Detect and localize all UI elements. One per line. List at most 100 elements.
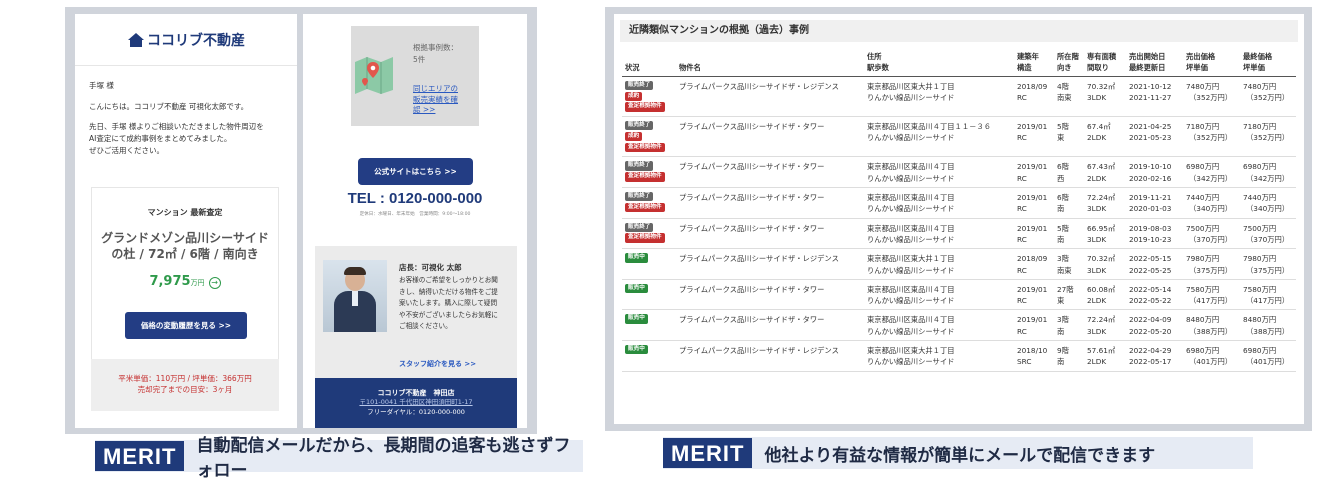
- cell-area-group: 66.95㎡ 3LDK: [1084, 218, 1126, 250]
- table-title-bar: 近隣類似マンションの根拠（過去）事例: [620, 20, 1298, 42]
- email-header: ココリブ不動産: [75, 14, 297, 66]
- cell-floor: 9階: [1057, 346, 1069, 356]
- staff-link[interactable]: スタッフ紹介を見る >>: [399, 359, 476, 369]
- table-row[interactable]: 販売終了 成約 査定根拠物件 プライムパークス品川シーサイドザ・タワー 東京都品川区東品…: [622, 116, 1296, 158]
- brand-logo-text: ココリブ不動産: [147, 32, 245, 49]
- cell-name: プライムパークス品川シーサイドザ・レジデンス: [679, 346, 839, 356]
- cell-addr: 東京都品川区東品川４丁目: [867, 223, 955, 233]
- cell-floor: 5階: [1057, 122, 1069, 132]
- caption-text: 他社より有益な情報が簡単にメールで配信できます: [764, 445, 1156, 466]
- status-badge: 販売中: [625, 314, 648, 324]
- cell-addr: 東京都品川区東大井１丁目: [867, 254, 955, 264]
- cell-area: 70.32㎡: [1087, 254, 1116, 264]
- cell-price-group: 7980万円 （375万円）: [1183, 248, 1240, 280]
- cell-tsubo: （352万円）: [1189, 133, 1233, 143]
- cell-station: りんかい線品川シーサイド: [867, 357, 955, 367]
- cell-price-group: 8480万円 （388万円）: [1183, 309, 1240, 342]
- status-cell: 販売終了 成約 査定根拠物件: [622, 76, 676, 118]
- footer-shop-name: ココリブ不動産 神田店: [377, 389, 455, 397]
- cell-dir: 東: [1057, 133, 1065, 143]
- cell-area: 57.61㎡: [1087, 346, 1116, 356]
- cases-table: 状況 物件名 住所 駅歩数 建築年 構造 所在階 向き 専有面積 間取り 売出開始日 最終…: [622, 50, 1296, 372]
- table-row[interactable]: 販売終了 査定根拠物件 プライムパークス品川シーサイドザ・タワー 東京都品川区東品川４…: [622, 156, 1296, 189]
- cell-area: 72.24㎡: [1087, 315, 1116, 325]
- cell-addr-group: 東京都品川区東品川４丁目 りんかい線品川シーサイド: [864, 187, 1014, 219]
- col-name: 物件名: [676, 50, 864, 77]
- footer-address[interactable]: 〒101-0041 千代田区神田須田町1-17: [315, 398, 517, 407]
- table-row[interactable]: 販売中 プライムパークス品川シーサイドザ・タワー 東京都品川区東品川４丁目 りんかい線…: [622, 279, 1296, 311]
- cell-floor: 6階: [1057, 162, 1069, 172]
- cell-area-group: 70.32㎡ 3LDK: [1084, 248, 1126, 280]
- table-row[interactable]: 販売中 プライムパークス品川シーサイドザ・レジデンス 東京都品川区東大井１丁目 りんか…: [622, 248, 1296, 280]
- status-badge: 販売終了: [625, 121, 654, 131]
- col-address: 住所 駅歩数: [864, 50, 1014, 77]
- cell-final: 7500万円: [1243, 223, 1277, 233]
- status-badge: 販売終了: [625, 222, 654, 232]
- cell-price: 7480万円: [1186, 81, 1220, 91]
- cell-floor-group: 6階南: [1054, 187, 1084, 219]
- cell-layout: 3LDK: [1087, 326, 1107, 336]
- cell-area-group: 67.4㎡ 2LDK: [1084, 116, 1126, 158]
- cell-tsubo: （388万円）: [1189, 326, 1233, 336]
- cell-floor-group: 9階南: [1054, 340, 1084, 372]
- tel-number[interactable]: TEL : 0120-000-000: [303, 190, 527, 207]
- cell-start-group: 2021-10-12 2021-11-27: [1126, 76, 1183, 118]
- table-row[interactable]: 販売中 プライムパークス品川シーサイドザ・タワー 東京都品川区東品川４丁目 りんかい線…: [622, 309, 1296, 342]
- cell-addr-group: 東京都品川区東大井１丁目 りんかい線品川シーサイド: [864, 76, 1014, 118]
- cell-year: 2019/01: [1017, 122, 1048, 132]
- status-cell: 販売終了 査定根拠物件: [622, 156, 676, 189]
- table-row[interactable]: 販売終了 成約 査定根拠物件 プライムパークス品川シーサイドザ・レジデンス 東京都品川区…: [622, 76, 1296, 118]
- cell-price: 6980万円: [1186, 162, 1220, 172]
- table-row[interactable]: 販売中 プライムパークス品川シーサイドザ・レジデンス 東京都品川区東大井１丁目 りんか…: [622, 340, 1296, 372]
- cell-dir: 南: [1057, 234, 1065, 244]
- cell-final_tsubo: （375万円）: [1246, 265, 1290, 275]
- cell-updated: 2020-01-03: [1129, 204, 1172, 214]
- merit-tag: MERIT: [95, 441, 185, 471]
- col-dates: 売出開始日 最終更新日: [1126, 50, 1183, 77]
- cell-layout: 2LDK: [1087, 296, 1107, 306]
- cell-tsubo: （370万円）: [1189, 234, 1233, 244]
- price-history-button[interactable]: 価格の変動履歴を見る >>: [125, 312, 247, 339]
- cell-dir: 南: [1057, 326, 1065, 336]
- cell-struct: RC: [1017, 296, 1027, 306]
- cell-year-group: 2018/09 RC: [1014, 248, 1054, 280]
- caption-text: 自動配信メールだから、長期間の追客も逃さずフォロー: [196, 436, 571, 481]
- cell-year-group: 2019/01 RC: [1014, 309, 1054, 342]
- cell-layout: 2LDK: [1087, 133, 1107, 143]
- cell-name: プライムパークス品川シーサイドザ・タワー: [679, 284, 825, 294]
- area-sales-link[interactable]: 同じエリアの 販売実績を確 認 >>: [413, 84, 458, 116]
- cell-name: プライムパークス品川シーサイドザ・タワー: [679, 193, 825, 203]
- cell-final_tsubo: （352万円）: [1246, 93, 1290, 103]
- cell-start-group: 2019-10-10 2020-02-16: [1126, 156, 1183, 189]
- cell-area: 67.4㎡: [1087, 122, 1111, 132]
- cell-year-group: 2019/01 RC: [1014, 116, 1054, 158]
- cell-name-group: プライムパークス品川シーサイドザ・タワー: [676, 116, 864, 158]
- cell-price-group: 7480万円 （352万円）: [1183, 76, 1240, 118]
- cell-addr-group: 東京都品川区東大井１丁目 りんかい線品川シーサイド: [864, 340, 1014, 372]
- merit-tag: MERIT: [663, 438, 753, 468]
- col-status: 状況: [622, 50, 676, 77]
- cell-start: 2022-05-14: [1129, 284, 1172, 294]
- cell-struct: RC: [1017, 326, 1027, 336]
- cell-addr: 東京都品川区東大井１丁目: [867, 346, 955, 356]
- cell-area-group: 60.08㎡ 2LDK: [1084, 279, 1126, 311]
- cell-name: プライムパークス品川シーサイドザ・レジデンス: [679, 81, 839, 91]
- status-badge: 販売中: [625, 345, 648, 355]
- house-logo-icon: [128, 32, 144, 47]
- manager-title: 店長：可視化 太郎: [399, 263, 462, 272]
- cell-price: 8480万円: [1186, 315, 1220, 325]
- table-row[interactable]: 販売終了 査定根拠物件 プライムパークス品川シーサイドザ・タワー 東京都品川区東品川４…: [622, 187, 1296, 219]
- official-site-button[interactable]: 公式サイトはこちら >>: [358, 158, 473, 185]
- email-panel-side: 根拠事例数： 5件 同じエリアの 販売実績を確 認 >> 公式サイトはこちら >…: [303, 14, 527, 428]
- cell-updated: 2019-10-23: [1129, 234, 1172, 244]
- col-sale: 売出価格 坪単価: [1183, 50, 1240, 77]
- cell-tsubo: （417万円）: [1189, 296, 1233, 306]
- cell-layout: 3LDK: [1087, 204, 1107, 214]
- cell-station: りんかい線品川シーサイド: [867, 133, 955, 143]
- table-row[interactable]: 販売終了 査定根拠物件 プライムパークス品川シーサイドザ・タワー 東京都品川区東品川４…: [622, 218, 1296, 250]
- cell-floor: 4階: [1057, 81, 1069, 91]
- cell-floor: 27階: [1057, 284, 1074, 294]
- cell-name: プライムパークス品川シーサイドザ・タワー: [679, 315, 825, 325]
- cell-name: プライムパークス品川シーサイドザ・レジデンス: [679, 254, 839, 264]
- cell-area-group: 72.24㎡ 3LDK: [1084, 309, 1126, 342]
